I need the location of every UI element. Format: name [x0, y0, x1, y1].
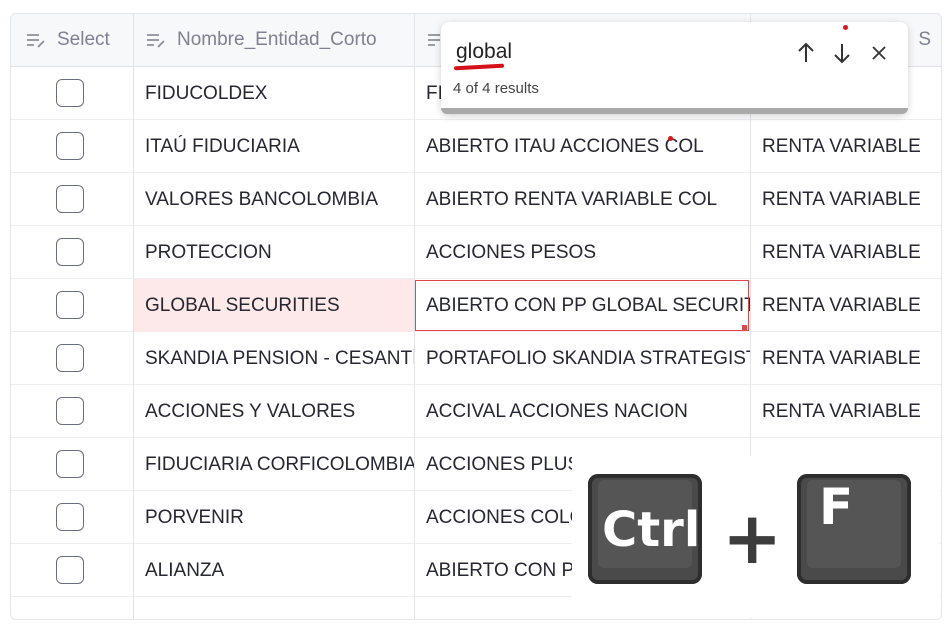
- arrow-down-icon[interactable]: [827, 38, 857, 68]
- cell-fondo[interactable]: ABIERTO CON PP GLOBAL SECURITIE: [414, 279, 750, 332]
- column-header-nombre-entidad[interactable]: Nombre_Entidad_Corto: [133, 14, 414, 67]
- ctrl-key: Ctrl: [588, 474, 702, 584]
- table-row[interactable]: ACCIONES Y VALORES ACCIVAL ACCIONES NACIO…: [11, 385, 941, 438]
- cell-entidad[interactable]: GLOBAL SECURITIES: [133, 279, 414, 332]
- close-icon[interactable]: [864, 38, 894, 68]
- cell-tipo[interactable]: RENTA VARIABLE: [750, 385, 941, 438]
- column-header-select[interactable]: Select: [11, 14, 133, 67]
- table-row[interactable]: SKANDIA PENSION - CESANTÍA PORTAFOLIO SKA…: [11, 332, 941, 385]
- cell-tipo[interactable]: RENTA VARIABLE: [750, 120, 941, 173]
- cell-entidad[interactable]: FIDUCIARIA CORFICOLOMBIAN: [133, 438, 414, 491]
- cell-fondo[interactable]: ACCIONES PESOS: [414, 226, 750, 279]
- find-input[interactable]: global: [456, 40, 512, 64]
- column-menu-icon[interactable]: [145, 29, 167, 51]
- row-checkbox[interactable]: [56, 132, 84, 160]
- cell-entidad[interactable]: VALORES BANCOLOMBIA: [133, 173, 414, 226]
- cell-entidad[interactable]: SKANDIA PENSION - CESANTÍA: [133, 332, 414, 385]
- cell-entidad[interactable]: PORVENIR: [133, 491, 414, 544]
- row-checkbox[interactable]: [56, 238, 84, 266]
- table-row[interactable]: VALORES BANCOLOMBIA ABIERTO RENTA VARIABL…: [11, 173, 941, 226]
- cell-entidad[interactable]: FIDUCOLDEX: [133, 67, 414, 120]
- selection-handle[interactable]: [742, 325, 747, 330]
- column-header-tipo-label: S: [918, 29, 931, 50]
- cell-fondo[interactable]: ABIERTO RENTA VARIABLE COL: [414, 173, 750, 226]
- f-key: F: [797, 474, 911, 584]
- row-checkbox[interactable]: [56, 291, 84, 319]
- cell-tipo[interactable]: RENTA VARIABLE: [750, 332, 941, 385]
- table-row[interactable]: GLOBAL SECURITIES ABIERTO CON PP GLOBAL S…: [11, 279, 941, 332]
- annotation-dot: [843, 25, 848, 30]
- column-header-nombre-entidad-label: Nombre_Entidad_Corto: [177, 29, 377, 50]
- row-checkbox[interactable]: [56, 503, 84, 531]
- table-row[interactable]: ITAÚ FIDUCIARIA ABIERTO ITAU ACCIONES COL…: [11, 120, 941, 173]
- shortcut-overlay: Ctrl + F: [572, 456, 940, 618]
- cell-entidad[interactable]: ALIANZA: [133, 544, 414, 597]
- row-checkbox[interactable]: [56, 556, 84, 584]
- cell-entidad[interactable]: ITAÚ FIDUCIARIA: [133, 120, 414, 173]
- column-menu-icon[interactable]: [25, 29, 47, 51]
- column-divider: [133, 14, 134, 619]
- row-checkbox[interactable]: [56, 397, 84, 425]
- annotation-dot: [668, 136, 673, 141]
- column-header-select-label: Select: [57, 29, 110, 50]
- cell-tipo[interactable]: RENTA VARIABLE: [750, 226, 941, 279]
- cell-fondo[interactable]: PORTAFOLIO SKANDIA STRATEGIST A: [414, 332, 750, 385]
- cell-entidad[interactable]: ACCIONES Y VALORES: [133, 385, 414, 438]
- cell-fondo[interactable]: ACCIVAL ACCIONES NACION: [414, 385, 750, 438]
- row-checkbox[interactable]: [56, 79, 84, 107]
- annotation-underline: [453, 63, 505, 71]
- find-results-count: 4 of 4 results: [453, 80, 539, 97]
- cell-entidad[interactable]: PROTECCION: [133, 226, 414, 279]
- row-checkbox[interactable]: [56, 185, 84, 213]
- find-bar: global 4 of 4 results: [441, 22, 908, 114]
- row-checkbox[interactable]: [56, 344, 84, 372]
- arrow-up-icon[interactable]: [791, 38, 821, 68]
- cell-tipo[interactable]: RENTA VARIABLE: [750, 173, 941, 226]
- column-divider: [414, 14, 415, 619]
- plus-sign: +: [722, 496, 783, 580]
- row-checkbox[interactable]: [56, 450, 84, 478]
- cell-fondo[interactable]: ABIERTO ITAU ACCIONES COL: [414, 120, 750, 173]
- table-row[interactable]: PROTECCION ACCIONES PESOS RENTA VARIABLE: [11, 226, 941, 279]
- cell-tipo[interactable]: RENTA VARIABLE: [750, 279, 941, 332]
- find-bar-scroll: [441, 108, 908, 114]
